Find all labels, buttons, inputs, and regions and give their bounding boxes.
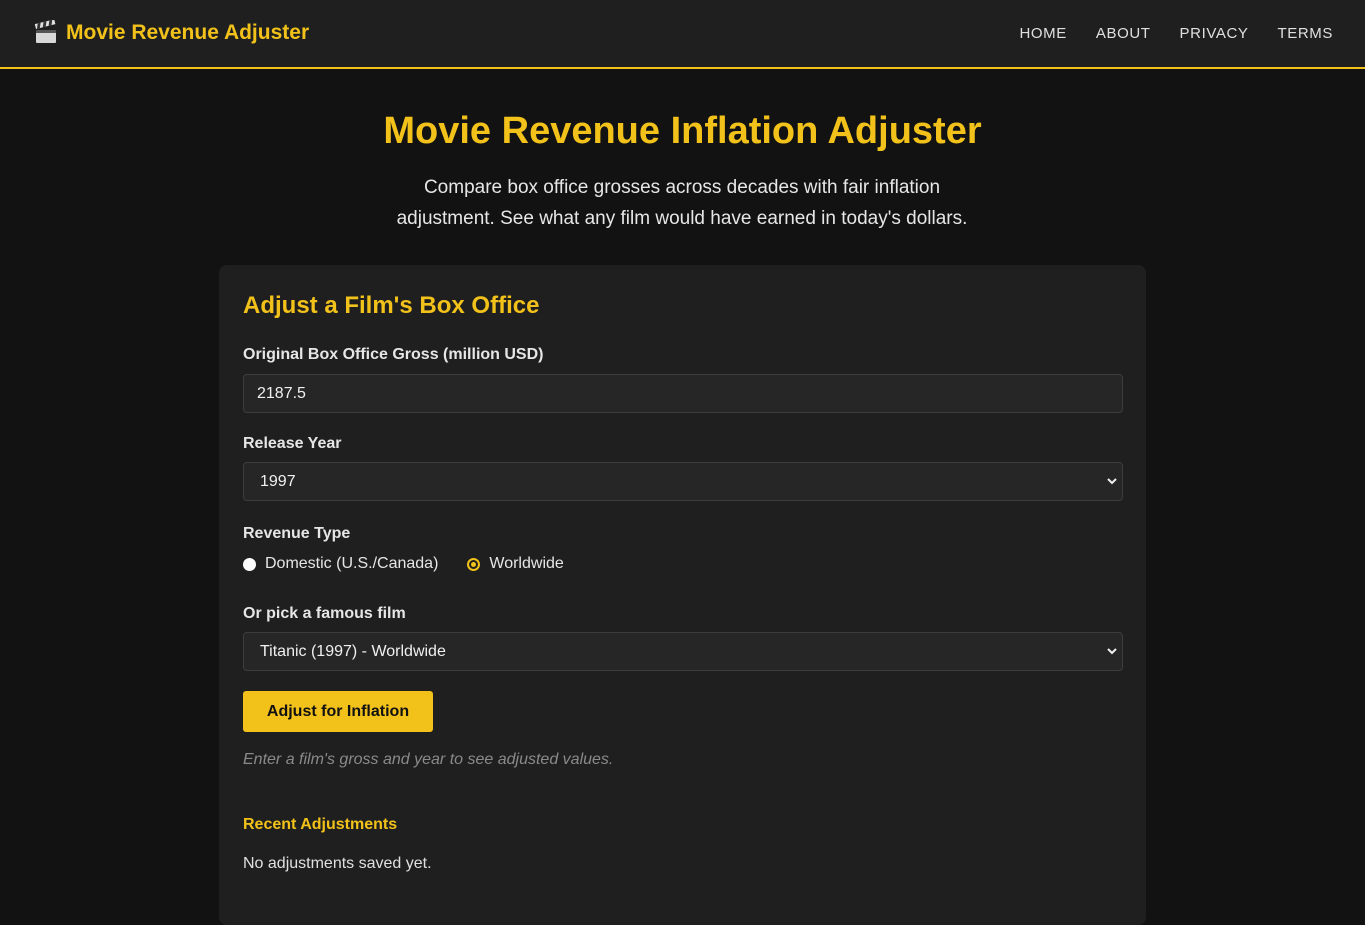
year-label: Release Year — [243, 435, 342, 452]
famous-film-select[interactable]: Titanic (1997) - Worldwide — [243, 632, 1123, 671]
radio-domestic[interactable]: Domestic (U.S./Canada) — [243, 555, 438, 573]
radio-worldwide[interactable]: Worldwide — [467, 555, 564, 573]
radio-worldwide-label: Worldwide — [489, 555, 564, 572]
chevron-down-icon — [1107, 478, 1117, 485]
adjust-button[interactable]: Adjust for Inflation — [243, 691, 433, 732]
nav-privacy[interactable]: PRIVACY — [1180, 25, 1249, 42]
radio-worldwide-circle[interactable] — [467, 557, 481, 571]
revenue-type-label: Revenue Type — [243, 525, 351, 542]
gross-input[interactable]: 2187.5 — [243, 374, 1123, 413]
year-select-value: 1997 — [260, 473, 296, 490]
year-select[interactable]: 1997 — [243, 462, 1123, 501]
nav-home[interactable]: HOME — [1019, 25, 1066, 42]
revenue-type-group: Domestic (U.S./Canada) Worldwide — [243, 555, 593, 573]
radio-domestic-label: Domestic (U.S./Canada) — [265, 555, 439, 572]
top-bar: Movie Revenue Adjuster HOME ABOUT PRIVAC… — [0, 0, 1365, 69]
recent-adjustments-empty: No adjustments saved yet. — [243, 855, 432, 872]
brand[interactable]: Movie Revenue Adjuster — [33, 20, 309, 46]
radio-domestic-circle[interactable] — [243, 557, 256, 571]
gross-label: Original Box Office Gross (million USD) — [243, 346, 544, 363]
brand-name: Movie Revenue Adjuster — [66, 21, 310, 44]
clapperboard-icon — [34, 20, 56, 43]
chevron-down-icon — [1107, 648, 1117, 655]
page-subtitle: Compare box office grosses across decade… — [396, 177, 968, 229]
famous-film-value: Titanic (1997) - Worldwide — [260, 643, 446, 660]
gross-input-value: 2187.5 — [257, 385, 306, 402]
nav-about[interactable]: ABOUT — [1096, 25, 1151, 42]
page-title: Movie Revenue Inflation Adjuster — [383, 110, 982, 152]
recent-adjustments-title: Recent Adjustments — [243, 816, 398, 833]
main-nav: HOME ABOUT PRIVACY TERMS — [1019, 25, 1333, 42]
famous-film-label: Or pick a famous film — [243, 605, 406, 622]
card-title: Adjust a Film's Box Office — [243, 292, 540, 319]
nav-terms[interactable]: TERMS — [1278, 25, 1334, 42]
result-hint: Enter a film's gross and year to see adj… — [243, 751, 614, 768]
adjuster-card: Adjust a Film's Box Office Original Box … — [219, 265, 1146, 925]
